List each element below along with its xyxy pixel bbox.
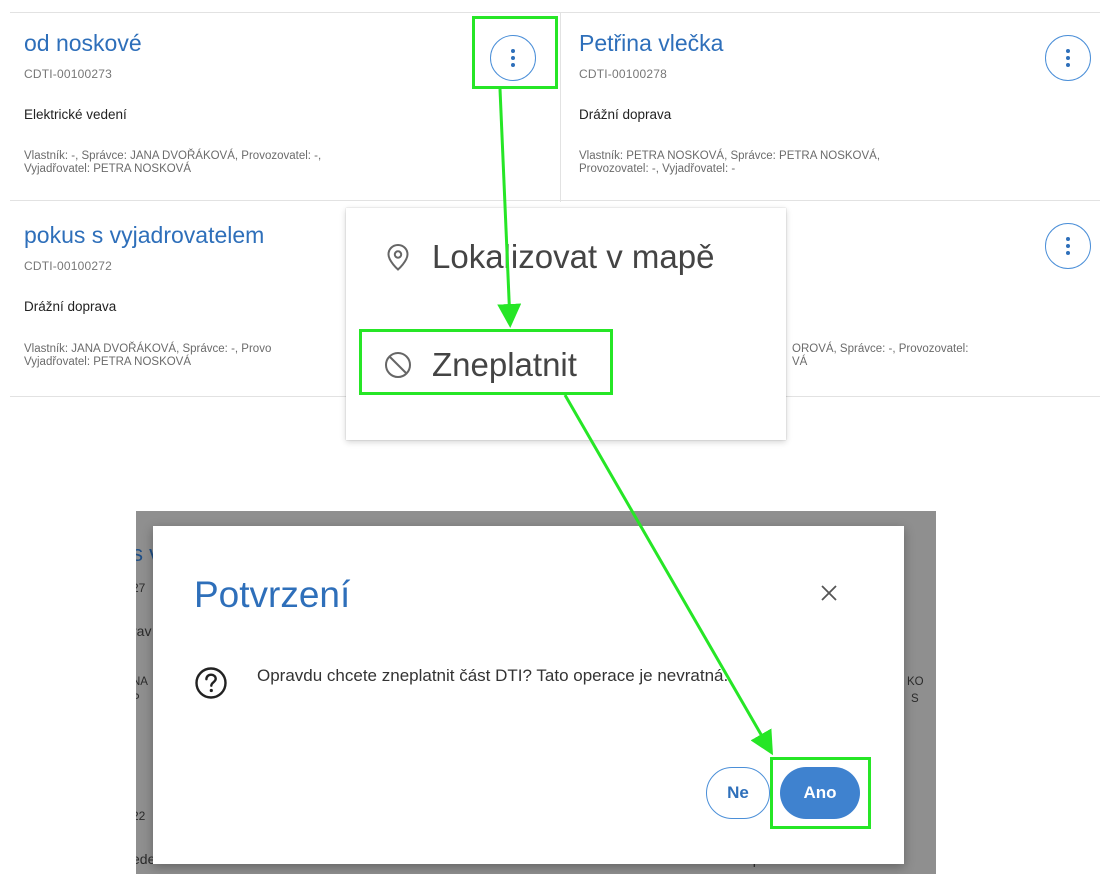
more-actions-button[interactable]	[1045, 35, 1091, 81]
backdrop-text: 22	[136, 809, 146, 823]
dialog-message: Opravdu chcete zneplatnit část DTI? Tato…	[257, 666, 729, 685]
backdrop-text: S	[911, 693, 919, 705]
yes-button[interactable]: Ano	[780, 767, 860, 819]
backdrop-text: rav	[136, 623, 152, 639]
card-owners-line: VÁ	[792, 356, 808, 368]
map-pin-icon	[382, 241, 414, 273]
card-owners-line: Vyjadřovatel: PETRA NOSKOVÁ	[24, 163, 192, 175]
no-button[interactable]: Ne	[706, 767, 770, 819]
question-circle-icon	[194, 666, 228, 700]
close-icon[interactable]	[818, 582, 840, 604]
kebab-icon	[1066, 237, 1070, 255]
card-owners-line: OROVÁ, Správce: -, Provozovatel:	[792, 343, 969, 355]
card-owners-line: Vyjadřovatel: PETRA NOSKOVÁ	[24, 356, 192, 368]
confirmation-dialog: Potvrzení Opravdu chcete zneplatnit část…	[153, 526, 904, 864]
card-category: Drážní doprava	[24, 299, 117, 314]
backdrop-text: NA	[136, 676, 148, 688]
bottom-divider	[10, 396, 346, 397]
card-code: CDTI-00100278	[579, 67, 667, 81]
card-title[interactable]: Petřina vlečka	[579, 30, 723, 57]
dialog-title: Potvrzení	[194, 574, 351, 615]
more-actions-button[interactable]	[1045, 223, 1091, 269]
kebab-icon	[511, 49, 515, 67]
menu-item-locate-on-map[interactable]: Lokalizovat v mapě	[382, 238, 714, 276]
card-owners-line: Provozovatel: -, Vyjadřovatel: -	[579, 163, 736, 175]
card-category: Drážní doprava	[579, 107, 672, 122]
card-owners-line: Vlastník: PETRA NOSKOVÁ, Správce: PETRA …	[579, 150, 881, 162]
bottom-divider-right	[786, 396, 1100, 397]
card-code: CDTI-00100273	[24, 67, 112, 81]
backdrop-text: KO	[907, 676, 924, 688]
menu-item-label: Zneplatnit	[432, 346, 577, 383]
card-title[interactable]: pokus s vyjadrovatelem	[24, 222, 264, 249]
menu-item-invalidate[interactable]: Zneplatnit	[382, 346, 577, 384]
top-divider	[10, 12, 1100, 13]
card-category: Elektrické vedení	[24, 107, 127, 122]
row-divider	[10, 200, 1100, 201]
card-owners-line: Vlastník: -, Správce: JANA DVOŘÁKOVÁ, Pr…	[24, 150, 322, 162]
backdrop-text: P	[136, 693, 140, 705]
card-title[interactable]: od noskové	[24, 30, 142, 57]
more-actions-button[interactable]	[490, 35, 536, 81]
menu-item-label: Lokalizovat v mapě	[432, 238, 715, 275]
kebab-icon	[1066, 49, 1070, 67]
backdrop-text: 27	[136, 581, 146, 595]
column-divider	[560, 12, 561, 202]
card-owners-line: Vlastník: JANA DVOŘÁKOVÁ, Správce: -, Pr…	[24, 343, 272, 355]
context-menu: Lokalizovat v mapě Zneplatnit	[346, 208, 786, 440]
card-code: CDTI-00100272	[24, 259, 112, 273]
block-icon	[382, 349, 414, 381]
